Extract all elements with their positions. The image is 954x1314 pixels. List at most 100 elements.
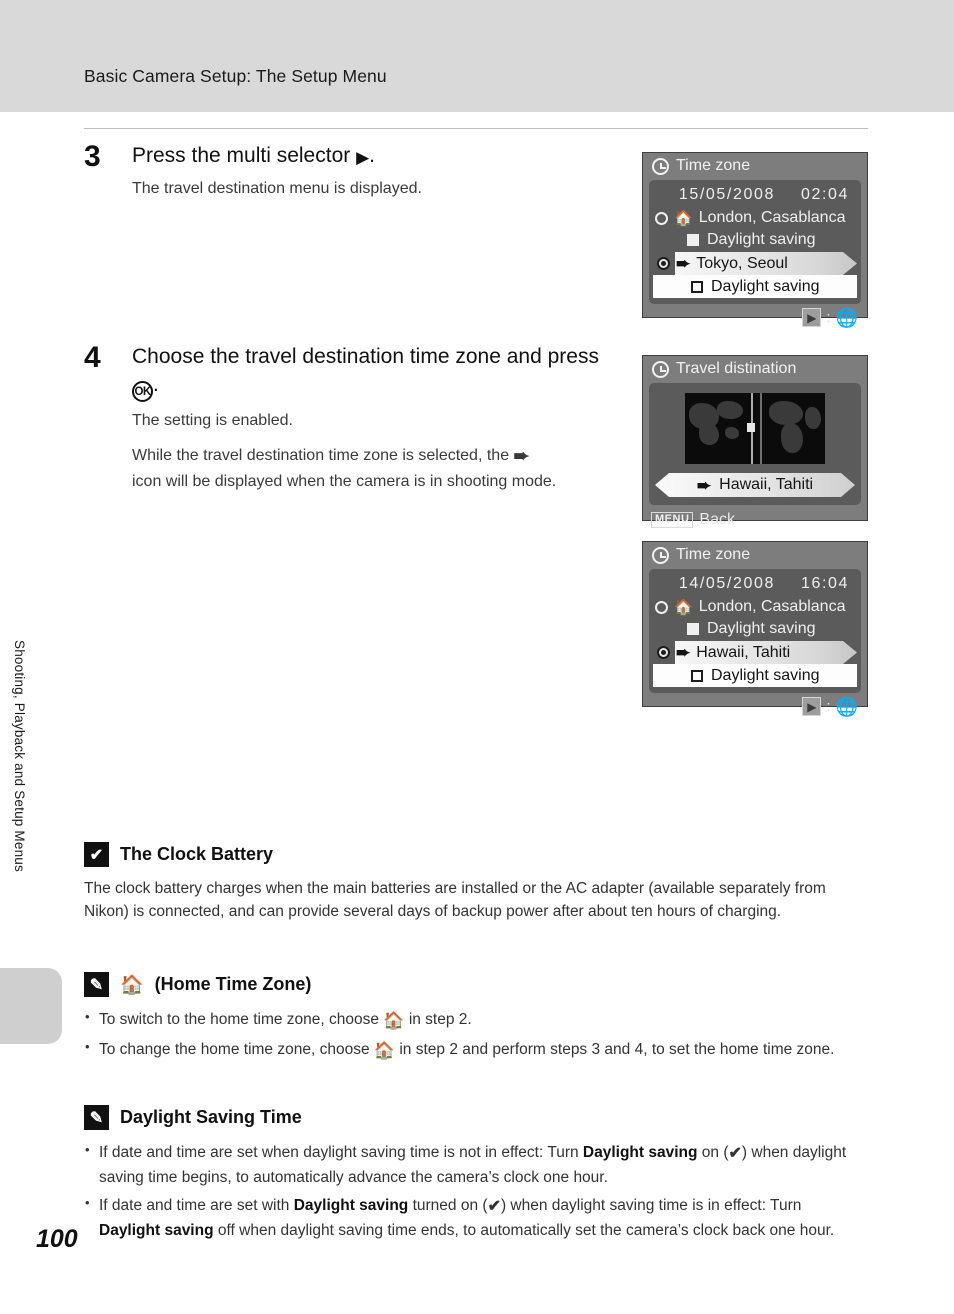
screen2-back-control[interactable]: MENU Back <box>643 505 867 529</box>
menu-button-chip[interactable]: MENU <box>651 512 694 528</box>
dst-2-p4: off when daylight saving time ends, to a… <box>213 1221 835 1239</box>
screen3-datetime: 14/05/2008 16:04 <box>649 573 861 596</box>
step-4-number: 4 <box>84 341 101 374</box>
play-right-icon[interactable]: ▶ <box>802 308 822 327</box>
dst-2-p3: ) when daylight saving time is in effect… <box>500 1196 802 1214</box>
dst-2-p1: If date and time are set with <box>99 1196 294 1214</box>
screen1-home-label: London, Casablanca <box>698 209 846 226</box>
step-3-heading-suffix: . <box>369 144 376 167</box>
step-3-heading: Press the multi selector ▶. <box>132 142 614 170</box>
checkbox-filled-icon[interactable] <box>687 234 699 246</box>
note-clock-battery-head: ✔ The Clock Battery <box>84 842 866 867</box>
screen1-time: 02:04 <box>800 186 849 203</box>
item-2-part1: To change the home time zone, choose <box>99 1041 370 1059</box>
radio-selected-icon[interactable] <box>657 257 670 270</box>
radio-selected-icon[interactable] <box>657 646 670 659</box>
screen1-title: Time zone <box>676 157 751 174</box>
screen2-destination-label: Hawaii, Tahiti <box>719 476 814 493</box>
clock-icon <box>652 360 669 378</box>
screen1-home-row[interactable]: 🏠 London, Casablanca <box>649 207 861 229</box>
play-right-icon[interactable]: ▶ <box>802 697 822 716</box>
camera-screen-time-zone-hawaii: Time zone 14/05/2008 16:04 🏠 London, Cas… <box>642 541 868 716</box>
screen3-footer: ▶ : 🌐 <box>643 693 867 720</box>
airplane-icon: ➨ <box>696 475 712 495</box>
footer-separator: : <box>826 698 831 715</box>
home-icon: 🏠 <box>373 1041 396 1061</box>
page-number: 100 <box>36 1225 78 1253</box>
list-item: If date and time are set when daylight s… <box>84 1140 866 1189</box>
screen3-titlebar: Time zone <box>643 542 867 568</box>
screen1-home-dst-row[interactable]: Daylight saving <box>649 229 861 251</box>
pencil-note-icon: ✎ <box>84 1105 109 1130</box>
radio-unselected-icon[interactable] <box>655 211 668 225</box>
caution-check-icon: ✔ <box>84 842 109 867</box>
screen3-home-dst-row[interactable]: Daylight saving <box>649 618 861 640</box>
home-icon: 🏠 <box>674 598 693 616</box>
checkbox-empty-icon[interactable] <box>691 280 703 293</box>
radio-unselected-icon[interactable] <box>655 600 668 614</box>
home-icon: 🏠 <box>120 974 144 996</box>
step-4-heading: Choose the travel destination time zone … <box>132 343 614 402</box>
footer-separator: : <box>826 309 831 326</box>
screen1-titlebar: Time zone <box>643 153 867 179</box>
clock-icon <box>652 546 669 564</box>
note-home-time-zone-head: ✎ 🏠 (Home Time Zone) <box>84 972 866 997</box>
check-icon: ✔ <box>487 1197 501 1215</box>
screen2-titlebar: Travel distination <box>643 356 867 382</box>
airplane-icon: ➨ <box>676 254 691 273</box>
step-4-paragraph-1: The setting is enabled. <box>132 411 293 429</box>
item-1-part2: in step 2. <box>408 1011 472 1028</box>
list-item: To change the home time zone, choose 🏠 i… <box>84 1037 866 1063</box>
screen3-travel-label: Hawaii, Tahiti <box>696 643 791 661</box>
airplane-icon: ➨ <box>513 446 530 468</box>
checkbox-filled-icon[interactable] <box>687 623 699 635</box>
screen1-datetime: 15/05/2008 02:04 <box>649 184 861 207</box>
world-map-icon <box>685 393 825 464</box>
dst-1-b1: Daylight saving <box>582 1144 698 1161</box>
screen1-travel-row-selected[interactable]: ➨ Tokyo, Seoul <box>653 252 857 275</box>
step-4-heading-text: Choose the travel destination time zone … <box>132 345 599 368</box>
list-item: To switch to the home time zone, choose … <box>84 1007 866 1033</box>
screen3-time: 16:04 <box>800 575 849 592</box>
screen1-travel-dst-row[interactable]: Daylight saving <box>653 275 857 298</box>
screen2-destination-selector[interactable]: ➨ Hawaii, Tahiti <box>655 473 855 497</box>
step-4-heading-suffix: . <box>153 372 159 396</box>
screen1-home-dst-label: Daylight saving <box>707 231 816 248</box>
item-1-part1: To switch to the home time zone, choose <box>99 1011 380 1028</box>
note-home-time-zone-list: To switch to the home time zone, choose … <box>84 1007 866 1064</box>
home-icon: 🏠 <box>383 1011 405 1030</box>
screen1-footer: ▶ : 🌐 <box>643 304 867 331</box>
note-daylight-saving-head: ✎ Daylight Saving Time <box>84 1105 866 1130</box>
clock-icon <box>652 157 669 175</box>
checkbox-empty-icon[interactable] <box>691 669 703 682</box>
home-icon: 🏠 <box>674 209 693 227</box>
step-4-paragraph-2-part2: icon will be displayed when the camera i… <box>132 473 557 491</box>
airplane-icon: ➨ <box>676 643 691 662</box>
note-home-time-zone: ✎ 🏠 (Home Time Zone) To switch to the ho… <box>84 972 866 1069</box>
running-header-title: Basic Camera Setup: The Setup Menu <box>84 66 387 86</box>
screen3-travel-row-selected[interactable]: ➨ Hawaii, Tahiti <box>653 641 857 664</box>
running-header-band <box>0 0 954 112</box>
globe-icon: 🌐 <box>835 307 858 328</box>
ok-button-icon: OK <box>132 380 153 402</box>
right-triangle-icon: ▶ <box>356 148 370 167</box>
screen3-date: 14/05/2008 <box>678 575 775 592</box>
screen1-panel: 15/05/2008 02:04 🏠 London, Casablanca Da… <box>649 180 861 304</box>
step-3-body: Press the multi selector ▶. The travel d… <box>132 142 614 212</box>
item-2-part2: in step 2 and perform steps 3 and 4, to … <box>399 1041 835 1059</box>
note-home-time-zone-title: (Home Time Zone) <box>154 974 312 994</box>
screen3-travel-dst-row[interactable]: Daylight saving <box>653 664 857 687</box>
screen1-travel-dst-label: Daylight saving <box>711 277 820 295</box>
note-daylight-saving-list: If date and time are set when daylight s… <box>84 1140 866 1242</box>
header-divider-rule <box>84 128 868 129</box>
screen2-title: Travel distination <box>676 360 797 377</box>
screen3-home-row[interactable]: 🏠 London, Casablanca <box>649 596 861 618</box>
screen1-travel-label: Tokyo, Seoul <box>696 254 788 272</box>
chapter-tab-label: Shooting, Playback and Setup Menus <box>12 640 27 872</box>
check-icon: ✔ <box>728 1145 742 1162</box>
camera-screen-time-zone-tokyo: Time zone 15/05/2008 02:04 🏠 London, Cas… <box>642 152 868 327</box>
note-daylight-saving-time: ✎ Daylight Saving Time If date and time … <box>84 1105 866 1247</box>
step-3-paragraph-1: The travel destination menu is displayed… <box>132 179 422 197</box>
globe-icon: 🌐 <box>835 696 858 717</box>
dst-1-p2: on ( <box>697 1144 729 1161</box>
